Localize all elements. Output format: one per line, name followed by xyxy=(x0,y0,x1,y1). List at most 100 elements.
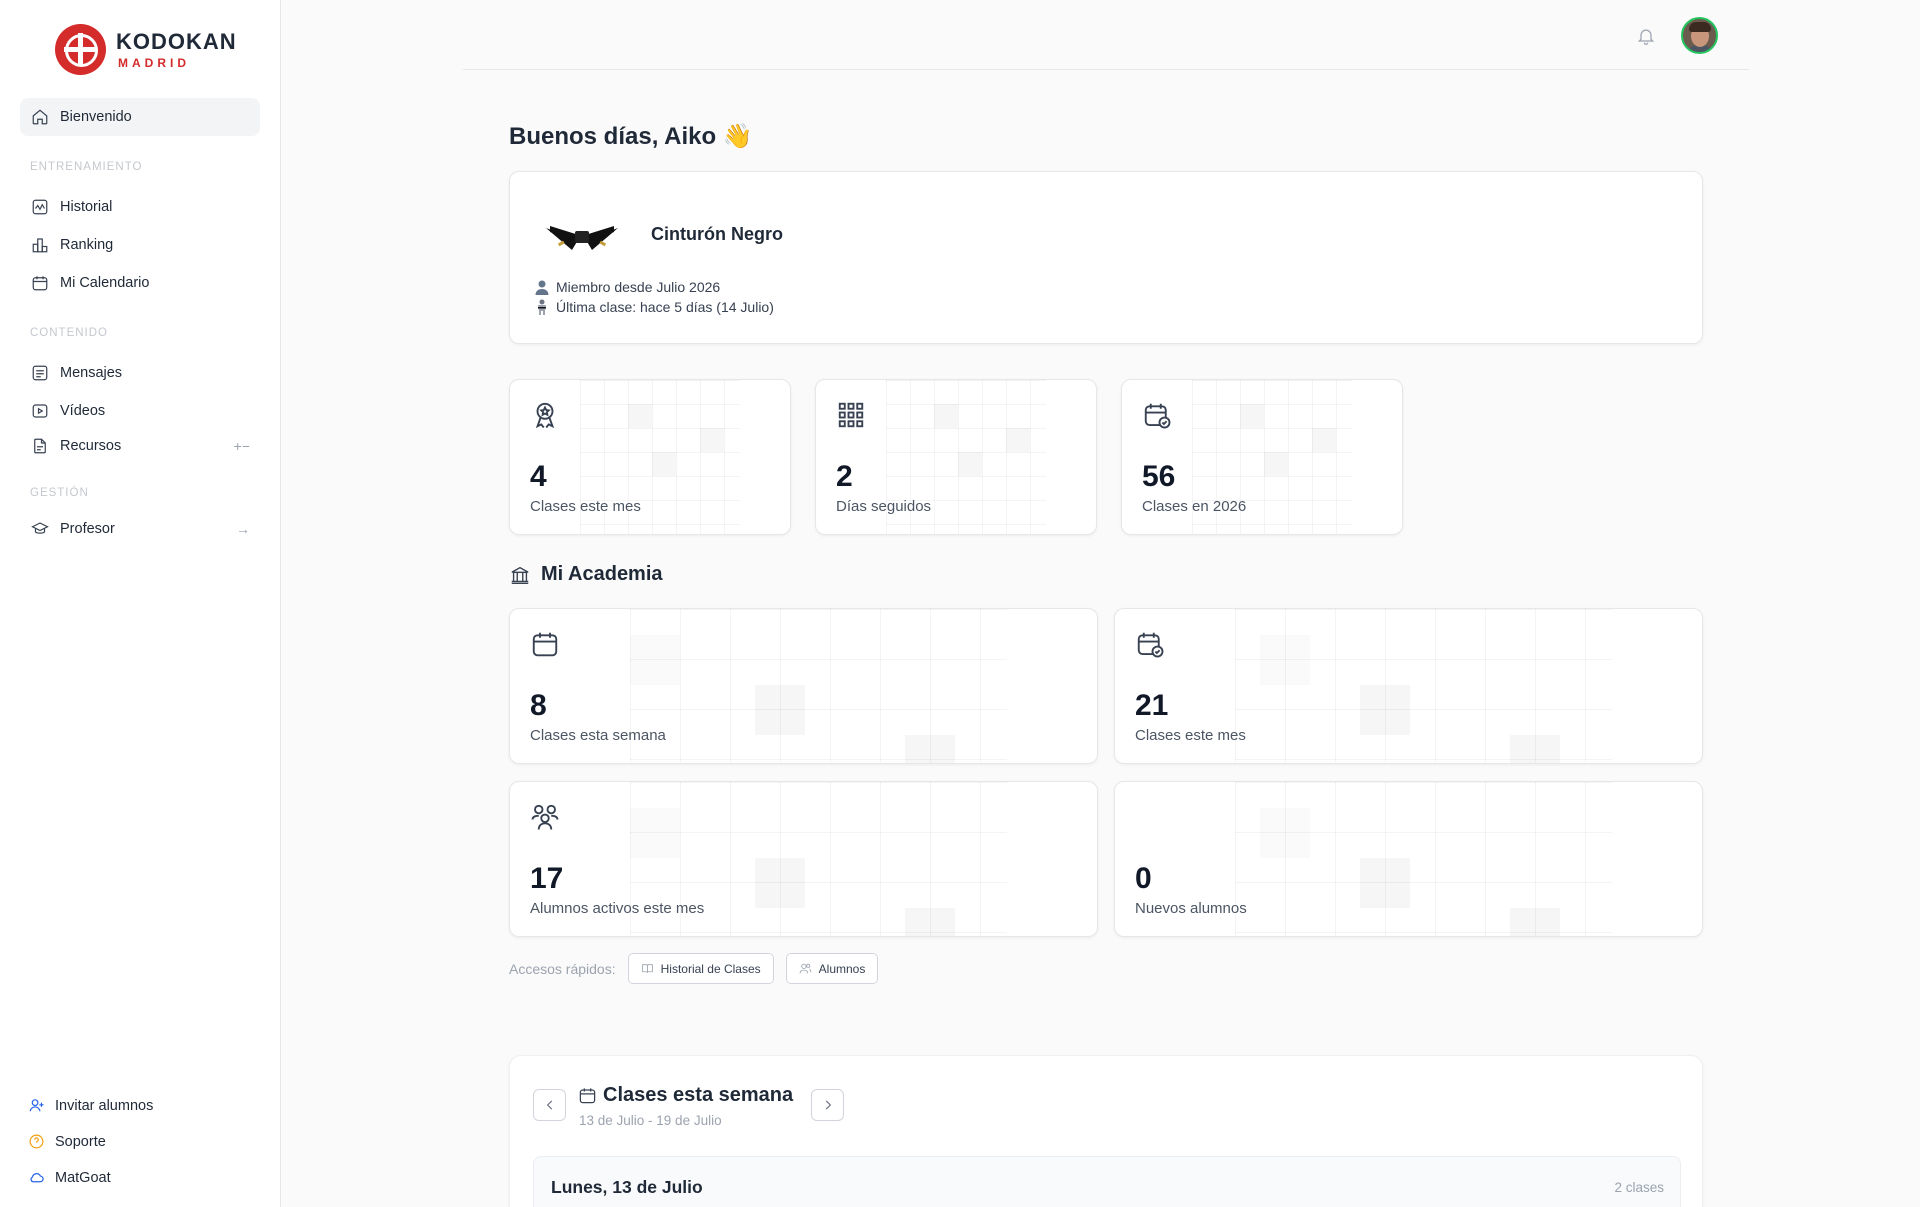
book-icon xyxy=(641,962,654,975)
sidebar-item-mi-calendario[interactable]: Mi Calendario xyxy=(20,264,260,302)
day-title: Lunes, 13 de Julio xyxy=(551,1177,703,1197)
matgoat-link[interactable]: MatGoat xyxy=(28,1169,111,1186)
section-label-entrenamiento: ENTRENAMIENTO xyxy=(30,161,143,173)
academy-card-nuevos-alumnos: 0 Nuevos alumnos xyxy=(1114,781,1703,937)
grid-icon xyxy=(836,400,866,430)
sidebar-item-mensajes[interactable]: Mensajes xyxy=(20,354,260,392)
chip-label: Alumnos xyxy=(818,961,866,976)
brand-subtitle: MADRID xyxy=(118,55,190,70)
sidebar-item-label: Profesor xyxy=(60,521,115,537)
alumnos-button[interactable]: Alumnos xyxy=(785,953,879,984)
day-group: Lunes, 13 de Julio 2 clases xyxy=(533,1156,1681,1207)
chevron-right-icon xyxy=(825,1100,831,1110)
sidebar-item-bienvenido[interactable]: Bienvenido xyxy=(20,98,260,136)
academy-heading: Mi Academia xyxy=(509,563,663,586)
video-icon xyxy=(31,402,49,420)
sidebar-item-label: Bienvenido xyxy=(60,109,132,125)
weekly-title: Clases esta semana xyxy=(578,1084,793,1107)
weekly-classes-card: Clases esta semana 13 de Julio - 19 de J… xyxy=(509,1055,1703,1207)
academy-card-clases-mes: 21 Clases este mes xyxy=(1114,608,1703,764)
foot-item-label: Invitar alumnos xyxy=(55,1097,154,1114)
stat-label: Alumnos activos este mes xyxy=(530,900,705,917)
graduation-cap-icon xyxy=(31,520,49,538)
week-range: 13 de Julio - 19 de Julio xyxy=(579,1113,722,1128)
cloud-icon xyxy=(28,1169,45,1186)
support-link[interactable]: Soporte xyxy=(28,1133,106,1150)
stat-card-clases-mes: 4 Clases este mes xyxy=(509,379,791,535)
message-icon xyxy=(31,364,49,382)
section-label-gestion: GESTIÓN xyxy=(30,487,89,499)
stat-value: 0 xyxy=(1135,862,1152,895)
sidebar-item-label: Recursos xyxy=(60,438,122,454)
stat-value: 2 xyxy=(836,460,853,493)
academy-title: Mi Academia xyxy=(541,563,663,585)
calendar-icon xyxy=(31,274,49,292)
stat-value: 8 xyxy=(530,689,547,722)
member-since: Miembro desde Julio 2026 xyxy=(534,279,720,295)
person-icon xyxy=(534,279,550,295)
sidebar-item-videos[interactable]: Vídeos xyxy=(20,392,260,430)
stat-value: 56 xyxy=(1142,460,1176,493)
weekly-title-text: Clases esta semana xyxy=(603,1084,794,1106)
judoka-icon xyxy=(534,299,550,315)
sidebar-item-recursos[interactable]: Recursos +− xyxy=(20,427,260,465)
last-class: Última clase: hace 5 días (14 Julio) xyxy=(534,299,774,315)
building-icon xyxy=(509,564,531,586)
day-class-count: 2 clases xyxy=(1614,1180,1664,1195)
header-divider xyxy=(463,69,1749,70)
sidebar-item-profesor[interactable]: Profesor → xyxy=(20,510,260,548)
home-icon xyxy=(31,108,49,126)
users-icon xyxy=(530,802,560,832)
stat-label: Días seguidos xyxy=(836,498,932,515)
users-icon xyxy=(799,962,812,975)
stat-card-dias-seguidos: 2 Días seguidos xyxy=(815,379,1097,535)
sidebar-item-label: Ranking xyxy=(60,237,114,253)
sidebar-item-ranking[interactable]: Ranking xyxy=(20,226,260,264)
academy-card-clases-semana: 8 Clases esta semana xyxy=(509,608,1098,764)
last-class-text: Última clase: hace 5 días (14 Julio) xyxy=(556,299,774,315)
invite-students-link[interactable]: Invitar alumnos xyxy=(28,1097,153,1114)
stat-value: 4 xyxy=(530,460,547,493)
quick-access: Accesos rápidos: Historial de Clases Alu… xyxy=(509,953,890,984)
calendar-icon xyxy=(530,629,560,659)
chip-label: Historial de Clases xyxy=(660,961,761,976)
stat-label: Clases este mes xyxy=(1135,727,1246,744)
stat-card-clases-2026: 56 Clases en 2026 xyxy=(1121,379,1403,535)
member-since-text: Miembro desde Julio 2026 xyxy=(556,279,721,295)
user-avatar[interactable] xyxy=(1681,17,1718,54)
stat-label: Clases esta semana xyxy=(530,727,666,744)
sidebar-item-label: Mi Calendario xyxy=(60,275,150,291)
sidebar-item-historial[interactable]: Historial xyxy=(20,188,260,226)
calendar-check-icon xyxy=(1135,629,1165,659)
next-week-button[interactable] xyxy=(811,1089,844,1121)
foot-item-label: MatGoat xyxy=(55,1169,111,1186)
stat-label: Clases en 2026 xyxy=(1142,498,1247,515)
bell-icon[interactable] xyxy=(1636,26,1656,46)
section-label-contenido: CONTENIDO xyxy=(30,327,108,339)
sidebar-item-label: Mensajes xyxy=(60,365,123,381)
chevron-left-icon xyxy=(546,1100,552,1110)
brand-logo[interactable]: KODOKAN MADRID xyxy=(55,24,237,75)
user-plus-icon xyxy=(28,1097,45,1114)
sidebar-item-label: Vídeos xyxy=(60,403,106,419)
historial-clases-button[interactable]: Historial de Clases xyxy=(627,953,774,984)
stat-value: 21 xyxy=(1135,689,1169,722)
award-icon xyxy=(530,400,560,430)
sidebar: KODOKAN MADRID Bienvenido ENTRENAMIENTO … xyxy=(0,0,281,1207)
calendar-icon xyxy=(578,1086,597,1105)
stat-label: Nuevos alumnos xyxy=(1135,900,1247,917)
arrow-right-icon: → xyxy=(236,521,250,537)
quick-access-label: Accesos rápidos: xyxy=(509,960,616,977)
belt-card: Cinturón Negro Miembro desde Julio 2026 … xyxy=(509,171,1703,344)
ranking-icon xyxy=(31,236,49,254)
file-icon xyxy=(31,437,49,455)
foot-item-label: Soporte xyxy=(55,1133,106,1150)
sidebar-item-label: Historial xyxy=(60,199,113,215)
page-title: Buenos días, Aiko 👋 xyxy=(509,123,753,150)
brand-name: KODOKAN xyxy=(116,28,237,54)
previous-week-button[interactable] xyxy=(533,1089,566,1121)
belt-title: Cinturón Negro xyxy=(651,224,783,244)
help-circle-icon xyxy=(28,1133,45,1150)
expand-collapse-icon[interactable]: +− xyxy=(234,438,250,454)
activity-icon xyxy=(31,198,49,216)
